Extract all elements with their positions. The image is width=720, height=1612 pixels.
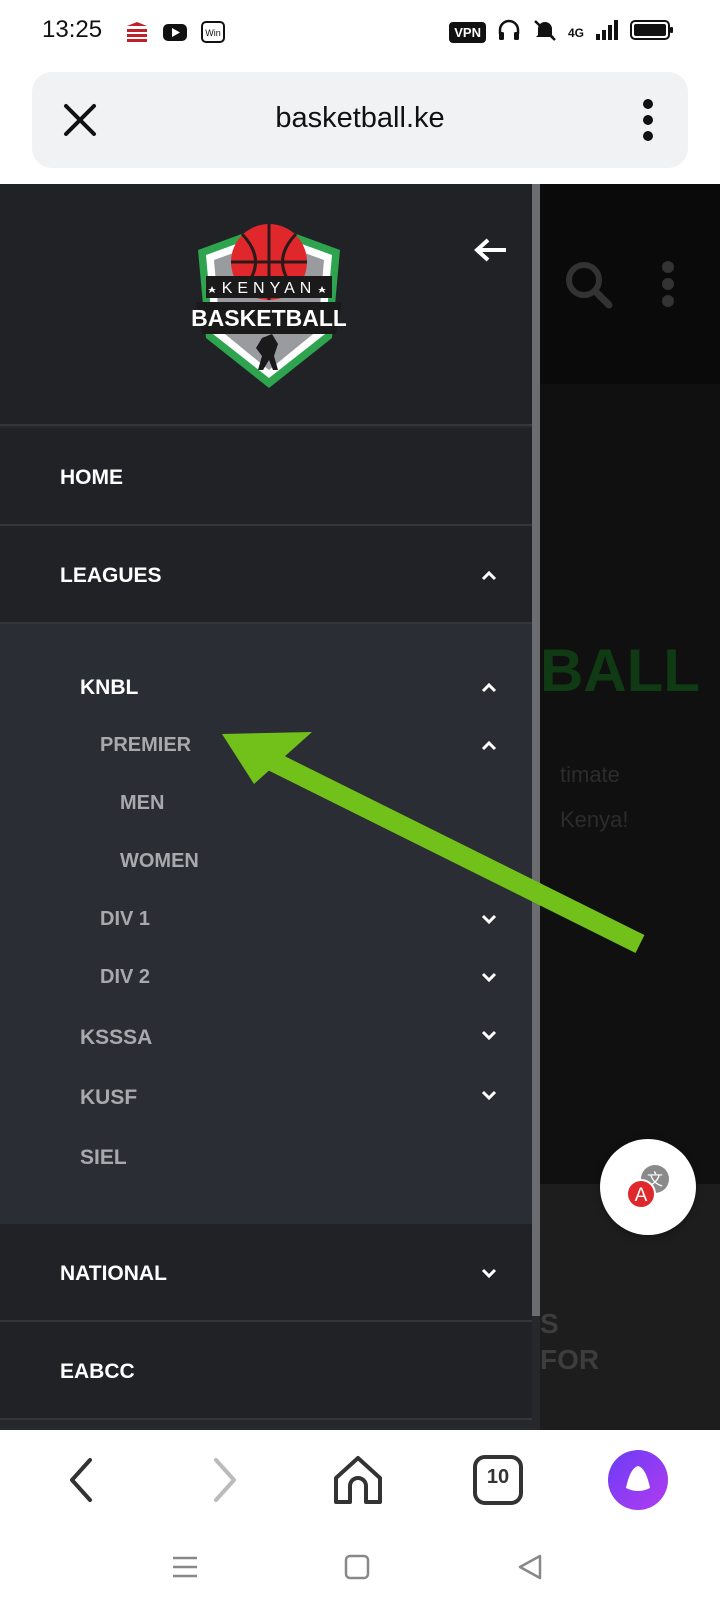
home-button[interactable] bbox=[330, 1454, 386, 1506]
browser-toolbar: 10 bbox=[0, 1430, 720, 1530]
assistant-button[interactable] bbox=[606, 1448, 670, 1512]
submenu-item-label: KNBL bbox=[80, 676, 139, 699]
home-icon bbox=[334, 1456, 382, 1504]
status-right-icons: VPN 4G bbox=[449, 18, 674, 47]
chevron-up-icon[interactable] bbox=[480, 738, 498, 751]
menu-item-label: EABCC bbox=[60, 1360, 135, 1383]
more-menu-icon[interactable] bbox=[642, 98, 654, 142]
submenu-item-label: PREMIER bbox=[100, 734, 192, 756]
svg-text:A: A bbox=[635, 1185, 648, 1206]
banner-text: S bbox=[540, 1308, 559, 1339]
square-icon bbox=[344, 1554, 370, 1580]
search-icon bbox=[564, 260, 614, 310]
hero-subtitle-line: Kenya! bbox=[560, 807, 629, 832]
nav-drawer: KENYAN BASKETBALL HOME LEAGUES KNBL PREM… bbox=[0, 184, 540, 1430]
chevron-down-icon[interactable] bbox=[480, 912, 498, 925]
vpn-badge: VPN bbox=[449, 22, 486, 43]
submenu-item-label: MEN bbox=[120, 792, 165, 814]
menu-item-label: LEAGUES bbox=[60, 564, 162, 587]
menu-item-home[interactable]: HOME bbox=[0, 428, 532, 526]
translate-icon: 文 A bbox=[626, 1165, 669, 1209]
chevron-down-icon[interactable] bbox=[480, 970, 498, 983]
system-nav-bar bbox=[0, 1530, 720, 1612]
banner-text: FOR bbox=[540, 1344, 600, 1375]
status-bar: 13:25 Win VPN 4G bbox=[0, 0, 720, 64]
chevron-up-icon[interactable] bbox=[480, 568, 498, 581]
address-bar: basketball.ke bbox=[32, 72, 688, 168]
menu-icon bbox=[173, 1556, 197, 1578]
system-back-button[interactable] bbox=[514, 1552, 544, 1582]
menu-item-eabcc[interactable]: EABCC bbox=[0, 1322, 532, 1420]
signal-icon bbox=[594, 18, 620, 47]
hero-title: BALL bbox=[540, 637, 700, 704]
system-home-button[interactable] bbox=[342, 1552, 372, 1582]
chevron-down-icon[interactable] bbox=[480, 1266, 498, 1279]
forward-button[interactable] bbox=[194, 1454, 250, 1506]
win-app-icon: Win bbox=[200, 20, 226, 44]
submenu-item-label: KUSF bbox=[80, 1086, 138, 1109]
network-type: 4G bbox=[567, 25, 584, 40]
headphones-icon bbox=[496, 18, 522, 47]
tab-count: 10 bbox=[486, 1466, 510, 1488]
mute-icon bbox=[532, 18, 558, 47]
chevron-left-icon bbox=[70, 1458, 92, 1502]
battery-icon bbox=[630, 18, 674, 47]
translate-button[interactable]: 文 A bbox=[600, 1139, 696, 1235]
recent-apps-button[interactable] bbox=[170, 1552, 200, 1582]
drawer-scrollbar[interactable] bbox=[532, 184, 540, 1316]
chevron-down-icon[interactable] bbox=[480, 1028, 498, 1041]
chevron-down-icon[interactable] bbox=[480, 1088, 498, 1101]
status-time: 13:25 bbox=[42, 16, 103, 43]
alice-assistant-icon bbox=[608, 1450, 668, 1510]
youtube-icon bbox=[162, 20, 188, 44]
submenu-item-label: SIEL bbox=[80, 1146, 127, 1169]
submenu-item-label: WOMEN bbox=[120, 850, 199, 872]
back-button[interactable] bbox=[56, 1454, 112, 1506]
page-menu-icon bbox=[660, 260, 676, 308]
logo-text-top: KENYAN bbox=[222, 280, 317, 297]
chevron-right-icon bbox=[214, 1458, 236, 1502]
drawer-header: KENYAN BASKETBALL bbox=[0, 184, 532, 426]
kenyan-basketball-logo[interactable]: KENYAN BASKETBALL bbox=[191, 220, 347, 392]
triangle-back-icon bbox=[518, 1554, 542, 1580]
svg-text:Win: Win bbox=[205, 28, 221, 38]
bank-app-icon bbox=[124, 20, 150, 44]
logo-text-main: BASKETBALL bbox=[192, 305, 346, 331]
back-arrow-icon[interactable] bbox=[474, 238, 508, 262]
submenu-item-label: KSSSA bbox=[80, 1026, 153, 1049]
chevron-up-icon[interactable] bbox=[480, 680, 498, 693]
menu-item-national[interactable]: NATIONAL bbox=[0, 1224, 532, 1322]
menu-item-label: NATIONAL bbox=[60, 1262, 167, 1285]
menu-item-leagues[interactable]: LEAGUES bbox=[0, 526, 532, 624]
submenu-item-label: DIV 1 bbox=[100, 908, 151, 930]
status-app-icons: Win bbox=[124, 20, 226, 44]
hero-subtitle-line: timate bbox=[560, 762, 620, 787]
submenu-item-label: DIV 2 bbox=[100, 966, 151, 988]
leagues-submenu: KNBL PREMIER MEN WOMEN DIV 1 DIV 2 KSSSA… bbox=[0, 624, 532, 1224]
tabs-button[interactable]: 10 bbox=[470, 1454, 526, 1506]
url-text[interactable]: basketball.ke bbox=[32, 102, 688, 135]
menu-item-label: HOME bbox=[60, 466, 123, 489]
